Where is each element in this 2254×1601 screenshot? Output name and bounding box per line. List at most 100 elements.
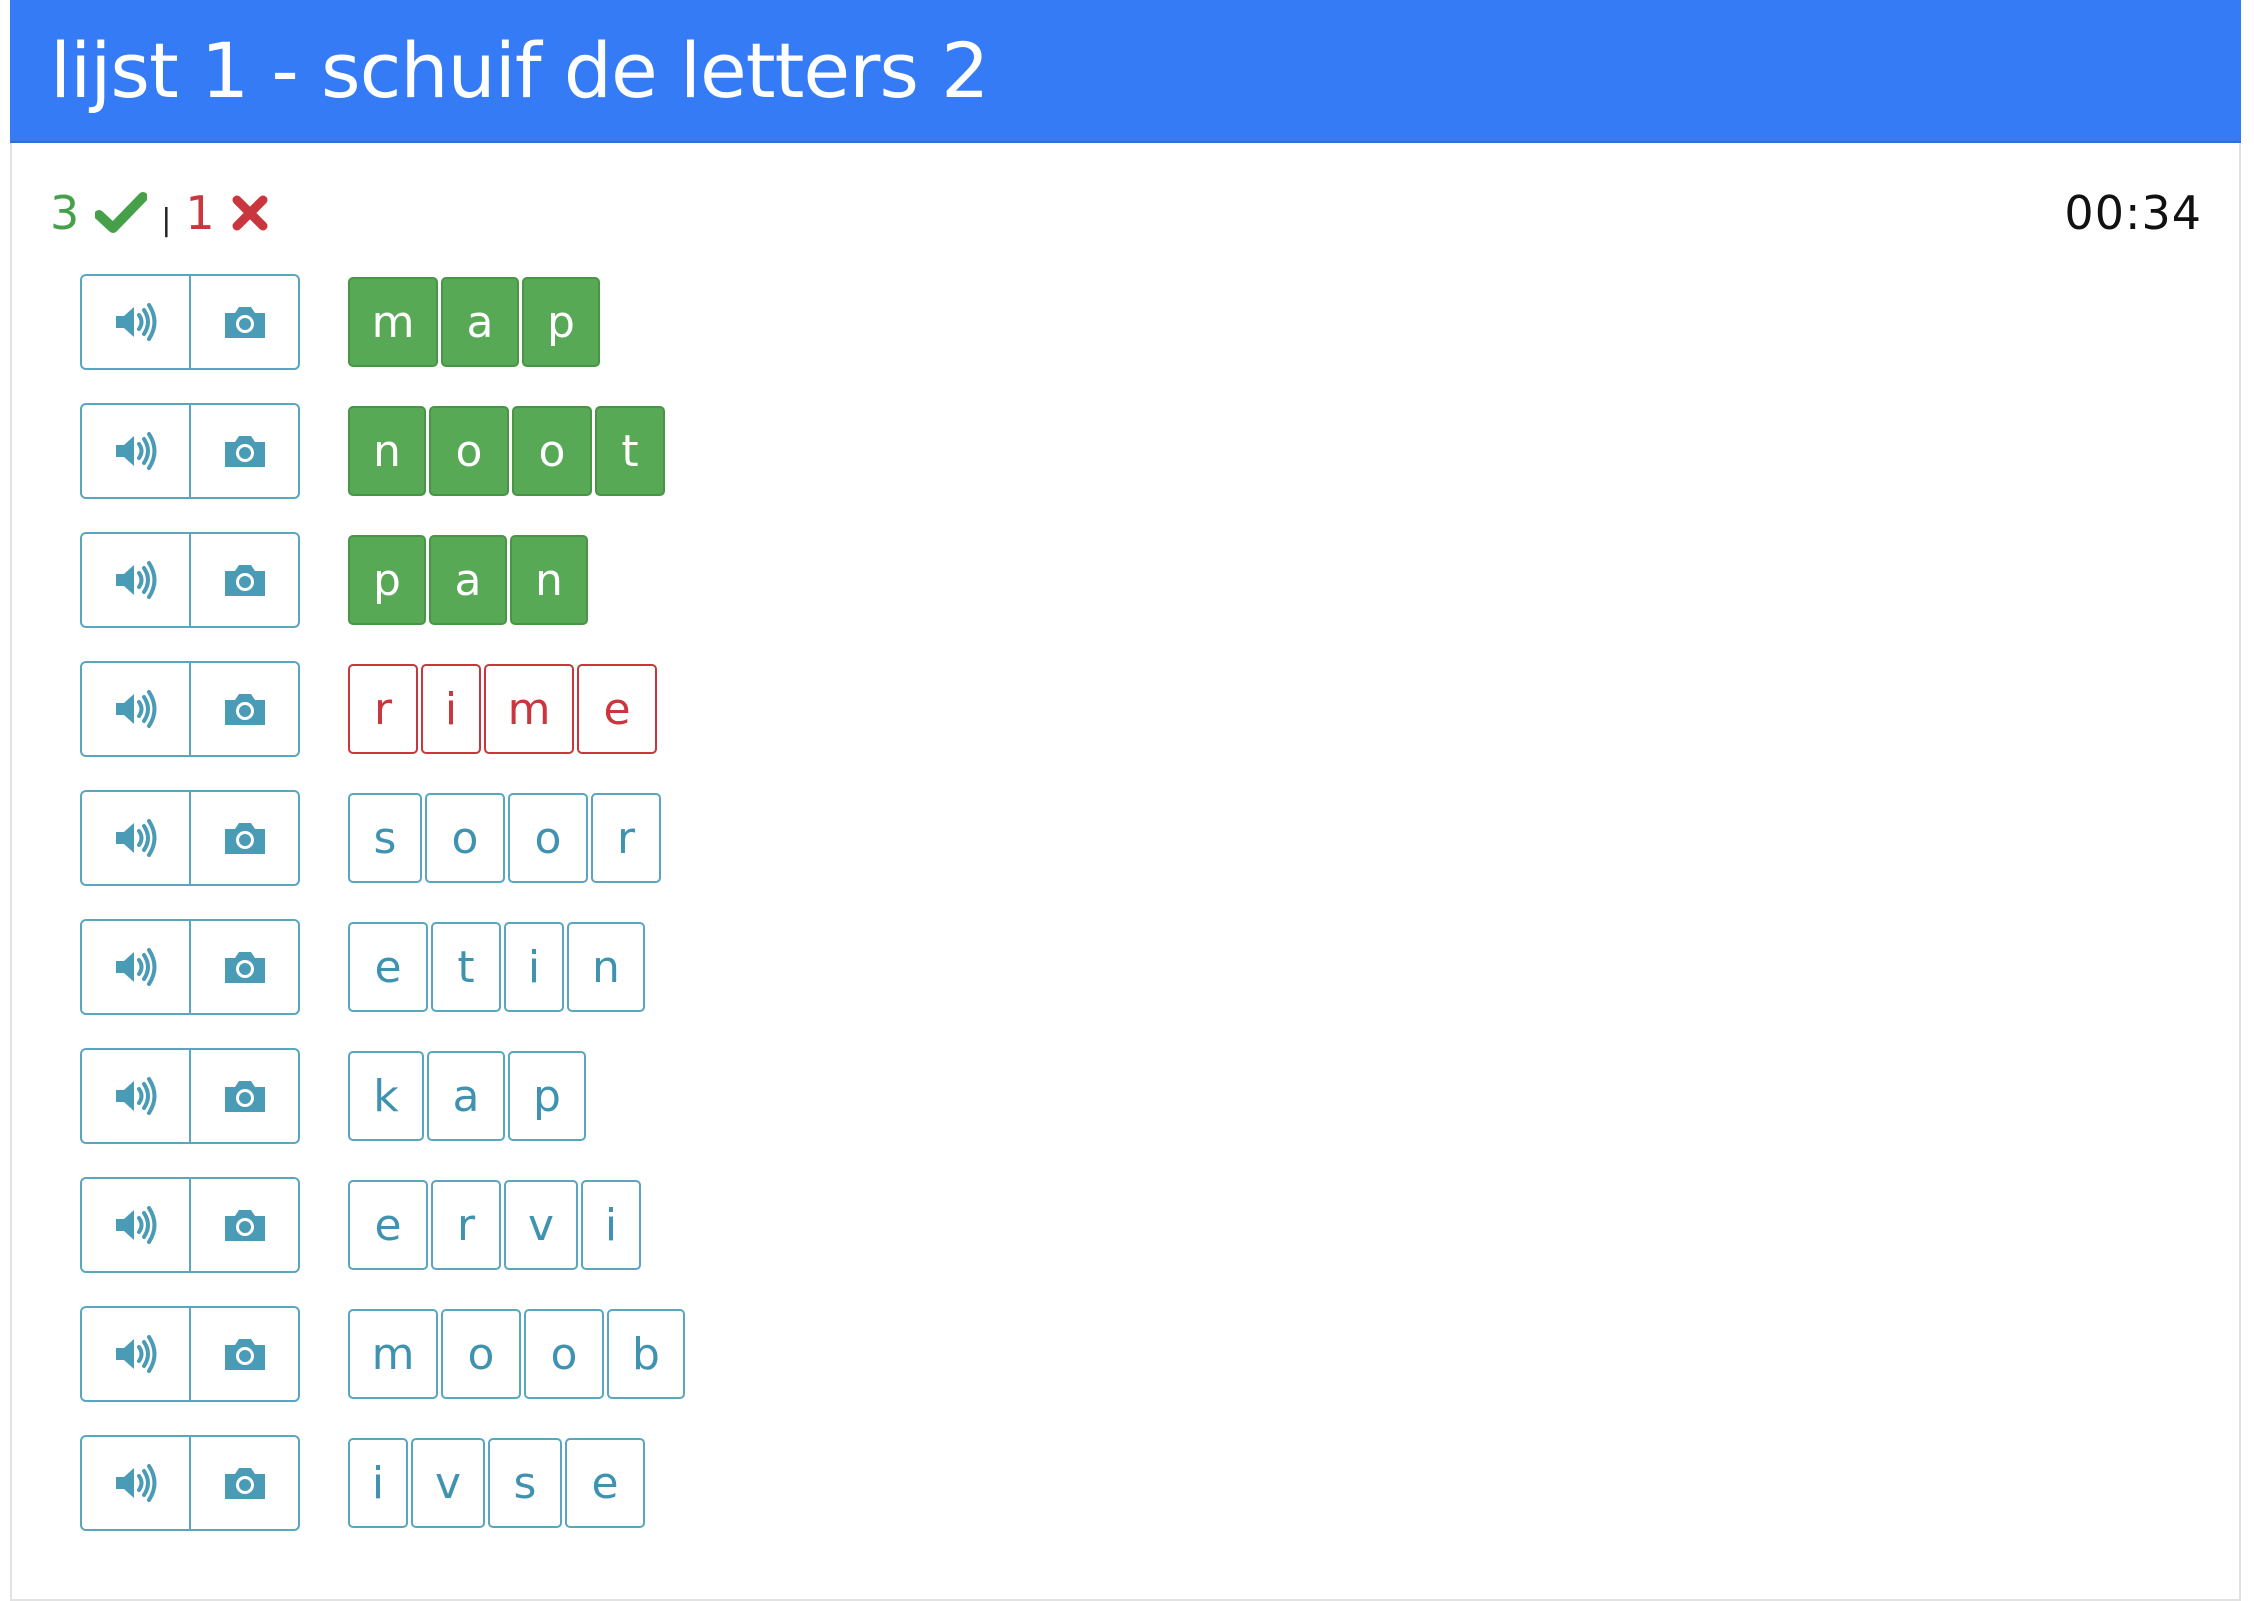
show-image-button[interactable] xyxy=(189,1308,298,1400)
speaker-icon xyxy=(115,432,156,470)
letter-tile: a xyxy=(441,277,519,367)
show-image-button[interactable] xyxy=(189,405,298,497)
camera-icon xyxy=(224,1339,265,1370)
letter-tile[interactable]: s xyxy=(348,793,422,883)
letter-tile[interactable]: s xyxy=(488,1438,562,1528)
word-row: kap xyxy=(80,1048,586,1144)
letter-tile: o xyxy=(429,406,509,496)
letter-tile[interactable]: e xyxy=(565,1438,645,1528)
letter-tile[interactable]: r xyxy=(431,1180,501,1270)
speaker-icon xyxy=(115,948,156,986)
show-image-button[interactable] xyxy=(189,534,298,626)
play-audio-button[interactable] xyxy=(82,663,189,755)
x-icon xyxy=(232,195,268,231)
letter-tile[interactable]: m xyxy=(348,1309,438,1399)
check-icon xyxy=(95,192,148,233)
letter-tile[interactable]: t xyxy=(431,922,501,1012)
word-row: ivse xyxy=(80,1435,645,1531)
letter-tile: n xyxy=(348,406,426,496)
letter-tile[interactable]: o xyxy=(425,793,505,883)
letter-tile[interactable]: o xyxy=(524,1309,604,1399)
play-audio-button[interactable] xyxy=(82,534,189,626)
camera-icon xyxy=(224,1468,265,1499)
show-image-button[interactable] xyxy=(189,1437,298,1529)
play-audio-button[interactable] xyxy=(82,921,189,1013)
media-button-group xyxy=(80,1177,300,1273)
letter-tiles: noot xyxy=(348,406,665,496)
show-image-button[interactable] xyxy=(189,792,298,884)
letter-tile[interactable]: e xyxy=(577,664,657,754)
letter-tile[interactable]: p xyxy=(508,1051,586,1141)
show-image-button[interactable] xyxy=(189,1050,298,1142)
camera-icon xyxy=(224,307,265,338)
letter-tile: o xyxy=(512,406,592,496)
wrong-count: 1 xyxy=(185,186,215,240)
word-row: ervi xyxy=(80,1177,641,1273)
timer: 00:34 xyxy=(2064,186,2202,240)
play-audio-button[interactable] xyxy=(82,405,189,497)
letter-tile[interactable]: b xyxy=(607,1309,685,1399)
speaker-icon xyxy=(115,1464,156,1502)
word-row: rime xyxy=(80,661,657,757)
word-row: soor xyxy=(80,790,661,886)
show-image-button[interactable] xyxy=(189,663,298,755)
play-audio-button[interactable] xyxy=(82,1308,189,1400)
letter-tile[interactable]: k xyxy=(348,1051,424,1141)
play-audio-button[interactable] xyxy=(82,1179,189,1271)
letter-tile[interactable]: i xyxy=(504,922,564,1012)
letter-tile[interactable]: a xyxy=(427,1051,505,1141)
speaker-icon xyxy=(115,690,156,728)
letter-tiles: rime xyxy=(348,664,657,754)
media-button-group xyxy=(80,1306,300,1402)
camera-icon xyxy=(224,1081,265,1112)
letter-tile[interactable]: i xyxy=(421,664,481,754)
letter-tile[interactable]: v xyxy=(504,1180,578,1270)
letter-tiles: kap xyxy=(348,1051,586,1141)
letter-tile: n xyxy=(510,535,588,625)
media-button-group xyxy=(80,1435,300,1531)
speaker-icon xyxy=(115,561,156,599)
word-row: moob xyxy=(80,1306,685,1402)
speaker-icon xyxy=(115,303,156,341)
letter-tiles: etin xyxy=(348,922,645,1012)
page-header: lijst 1 - schuif de letters 2 xyxy=(10,0,2241,143)
play-audio-button[interactable] xyxy=(82,1437,189,1529)
letter-tile[interactable]: r xyxy=(591,793,661,883)
word-row: pan xyxy=(80,532,588,628)
show-image-button[interactable] xyxy=(189,276,298,368)
media-button-group xyxy=(80,919,300,1015)
letter-tile[interactable]: o xyxy=(441,1309,521,1399)
media-button-group xyxy=(80,661,300,757)
play-audio-button[interactable] xyxy=(82,792,189,884)
media-button-group xyxy=(80,274,300,370)
camera-icon xyxy=(224,565,265,596)
show-image-button[interactable] xyxy=(189,1179,298,1271)
speaker-icon xyxy=(115,819,156,857)
letter-tile[interactable]: o xyxy=(508,793,588,883)
letter-tile[interactable]: e xyxy=(348,1180,428,1270)
show-image-button[interactable] xyxy=(189,921,298,1013)
letter-tile[interactable]: r xyxy=(348,664,418,754)
letter-tile[interactable]: e xyxy=(348,922,428,1012)
letter-tiles: ivse xyxy=(348,1438,645,1528)
speaker-icon xyxy=(115,1335,156,1373)
camera-icon xyxy=(224,952,265,983)
correct-count: 3 xyxy=(50,186,80,240)
letter-tile: p xyxy=(522,277,600,367)
play-audio-button[interactable] xyxy=(82,276,189,368)
letter-tile[interactable]: n xyxy=(567,922,645,1012)
letter-tile[interactable]: m xyxy=(484,664,574,754)
play-audio-button[interactable] xyxy=(82,1050,189,1142)
letter-tile[interactable]: v xyxy=(411,1438,485,1528)
letter-tile: a xyxy=(429,535,507,625)
media-button-group xyxy=(80,1048,300,1144)
letter-tile: t xyxy=(595,406,665,496)
camera-icon xyxy=(224,436,265,467)
letter-tiles: map xyxy=(348,277,600,367)
score-separator: | xyxy=(161,202,172,238)
letter-tile[interactable]: i xyxy=(348,1438,408,1528)
speaker-icon xyxy=(115,1077,156,1115)
letter-tile[interactable]: i xyxy=(581,1180,641,1270)
media-button-group xyxy=(80,790,300,886)
camera-icon xyxy=(224,823,265,854)
